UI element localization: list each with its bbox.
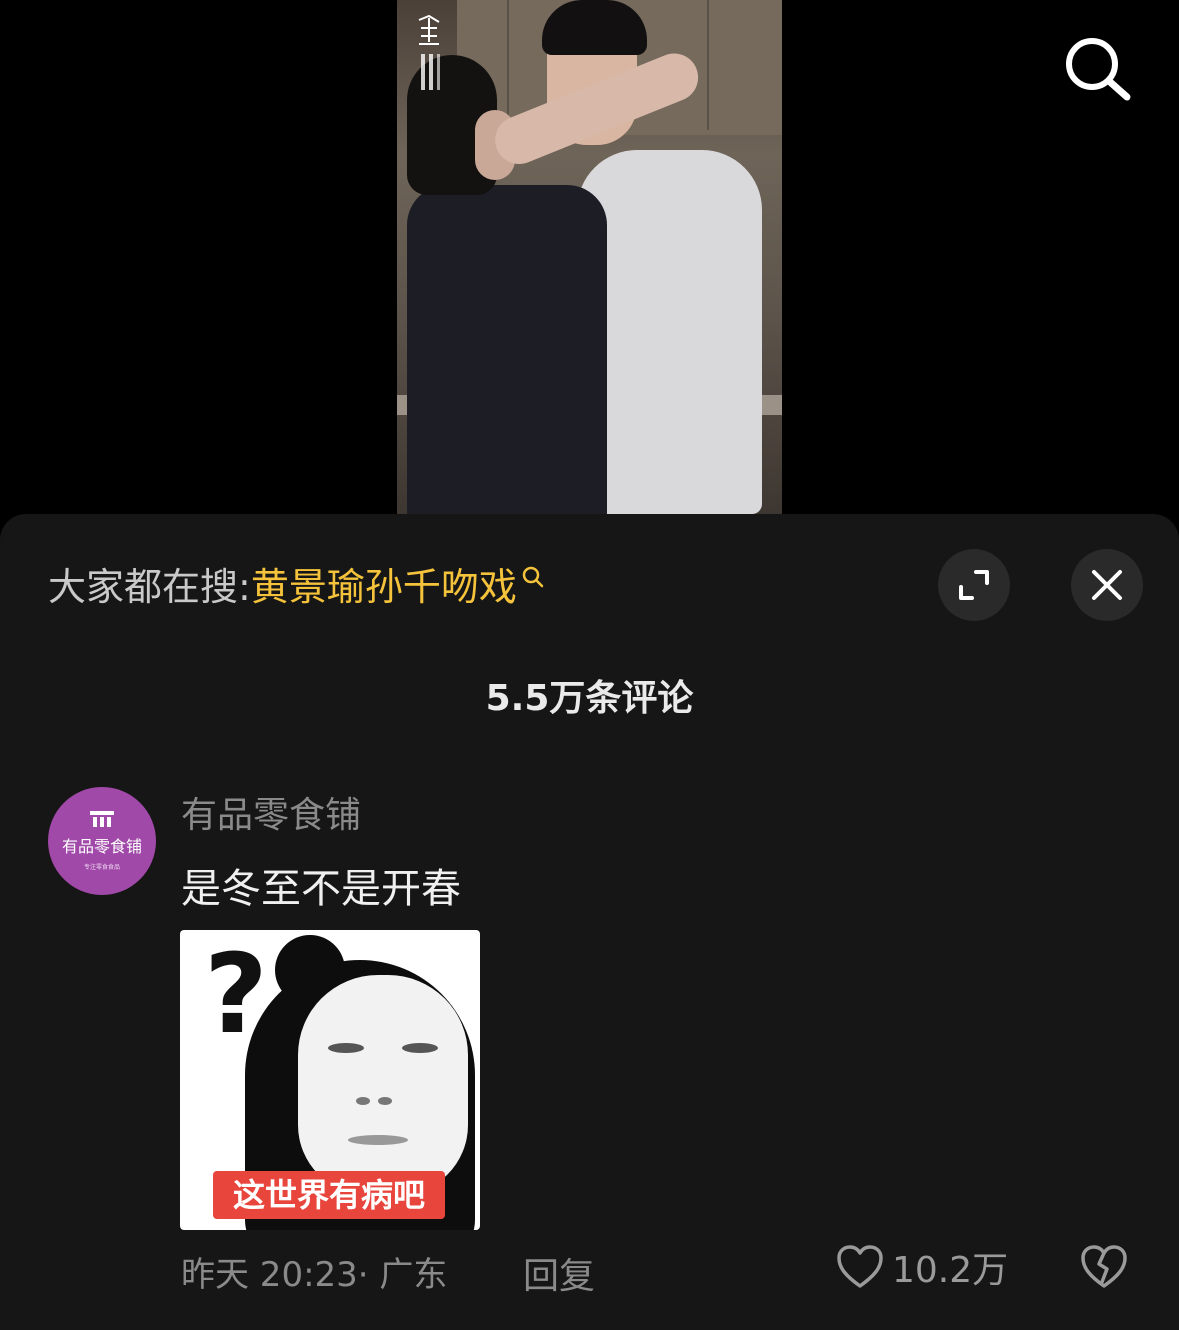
comments-panel: 大家都在搜:黄景瑜孙千吻戏 5.5万条评论 有品零食铺 专注零食食品 有品零食铺…: [0, 514, 1179, 1330]
video-player[interactable]: [0, 0, 1179, 520]
hot-search-banner[interactable]: 大家都在搜:黄景瑜孙千吻戏: [48, 562, 545, 612]
avatar[interactable]: 有品零食铺 专注零食食品: [48, 787, 156, 895]
comment-image[interactable]: ? 这世界有病吧: [180, 930, 480, 1230]
close-button[interactable]: [1071, 549, 1143, 621]
like-button[interactable]: 10.2万: [836, 1244, 1009, 1291]
man-hair: [542, 0, 647, 55]
close-icon: [1092, 570, 1122, 600]
hot-search-prefix: 大家都在搜:: [48, 565, 251, 609]
woman-figure: [407, 185, 607, 514]
small-search-icon: [522, 566, 544, 588]
expand-icon: [959, 570, 989, 600]
comment-time-location: 昨天 20:23· 广东: [181, 1255, 448, 1295]
like-count: 10.2万: [892, 1250, 1009, 1291]
comment-text: 是冬至不是开春: [181, 866, 461, 912]
heart-icon: [837, 1245, 883, 1288]
hot-search-term[interactable]: 黄景瑜孙千吻戏: [251, 565, 517, 609]
meme-face: [298, 975, 468, 1195]
video-frame[interactable]: [397, 0, 782, 514]
broken-heart-icon[interactable]: [1080, 1244, 1128, 1290]
watermark-logo: [418, 14, 440, 90]
search-icon[interactable]: [1062, 34, 1132, 104]
shop-emblem-icon: [90, 811, 114, 827]
question-mark-icon: ?: [204, 930, 268, 1058]
comment-username[interactable]: 有品零食铺: [181, 786, 361, 838]
reply-button[interactable]: 回复: [523, 1247, 595, 1299]
comment-count: 5.5万条评论: [485, 678, 694, 719]
meme-caption: 这世界有病吧: [213, 1171, 445, 1219]
avatar-sublabel: 专注零食食品: [83, 864, 120, 871]
avatar-label: 有品零食铺: [61, 837, 142, 856]
expand-button[interactable]: [938, 549, 1010, 621]
